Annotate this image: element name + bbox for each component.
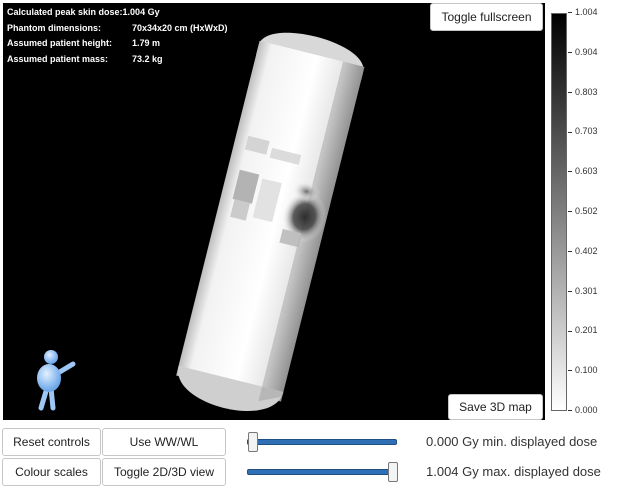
min-dose-slider-thumb[interactable] [248, 432, 258, 452]
orientation-figure-icon [37, 350, 76, 411]
colour-bar-tick-label: 0.803 [568, 87, 598, 97]
mass-label: Assumed patient mass: [7, 53, 109, 64]
min-dose-slider[interactable] [247, 432, 397, 452]
colour-bar-tick-label: 0.904 [568, 47, 598, 57]
toggle-fullscreen-button[interactable]: Toggle fullscreen [430, 3, 543, 31]
toggle-2d-3d-view-button[interactable]: Toggle 2D/3D view [102, 458, 226, 486]
colour-scales-button[interactable]: Colour scales [2, 458, 101, 486]
dose-info-panel: Calculated peak skin dose: 1.004 Gy Phant… [7, 5, 228, 67]
colour-bar-tick-label: 0.201 [568, 325, 598, 335]
phantom-label: Phantom dimensions: [7, 22, 102, 33]
save-3d-map-button[interactable]: Save 3D map [448, 394, 543, 420]
colour-bar-tick-label: 0.502 [568, 206, 598, 216]
use-wwwl-button[interactable]: Use WW/WL [102, 428, 226, 456]
mass-value: 73.2 kg [132, 53, 163, 64]
max-dose-slider-thumb[interactable] [388, 462, 398, 482]
colour-bar-tick-label: 1.004 [568, 7, 598, 17]
min-dose-label: 0.000 Gy min. displayed dose [426, 434, 598, 449]
max-dose-label: 1.004 Gy max. displayed dose [426, 464, 601, 479]
colour-bar-tick-label: 0.301 [568, 286, 598, 296]
colour-bar-tick-label: 0.703 [568, 126, 598, 136]
dose-3d-viewer[interactable]: Calculated peak skin dose: 1.004 Gy Phant… [3, 3, 545, 420]
height-label: Assumed patient height: [7, 38, 113, 48]
height-value: 1.79 m [132, 38, 161, 48]
phantom-value: 70x34x20 cm (HxWxD) [132, 22, 228, 33]
colour-bar-tick-label: 0.000 [568, 405, 598, 415]
reset-controls-button[interactable]: Reset controls [2, 428, 101, 456]
peak-dose-value: 1.004 Gy [122, 7, 160, 17]
dose-colour-bar [551, 13, 567, 411]
colour-bar-tick-label: 0.402 [568, 246, 598, 256]
peak-dose-label: Calculated peak skin dose: [7, 7, 123, 17]
max-dose-slider[interactable] [247, 462, 398, 482]
colour-bar-tick-label: 0.603 [568, 166, 598, 176]
colour-bar-tick-label: 0.100 [568, 365, 598, 375]
